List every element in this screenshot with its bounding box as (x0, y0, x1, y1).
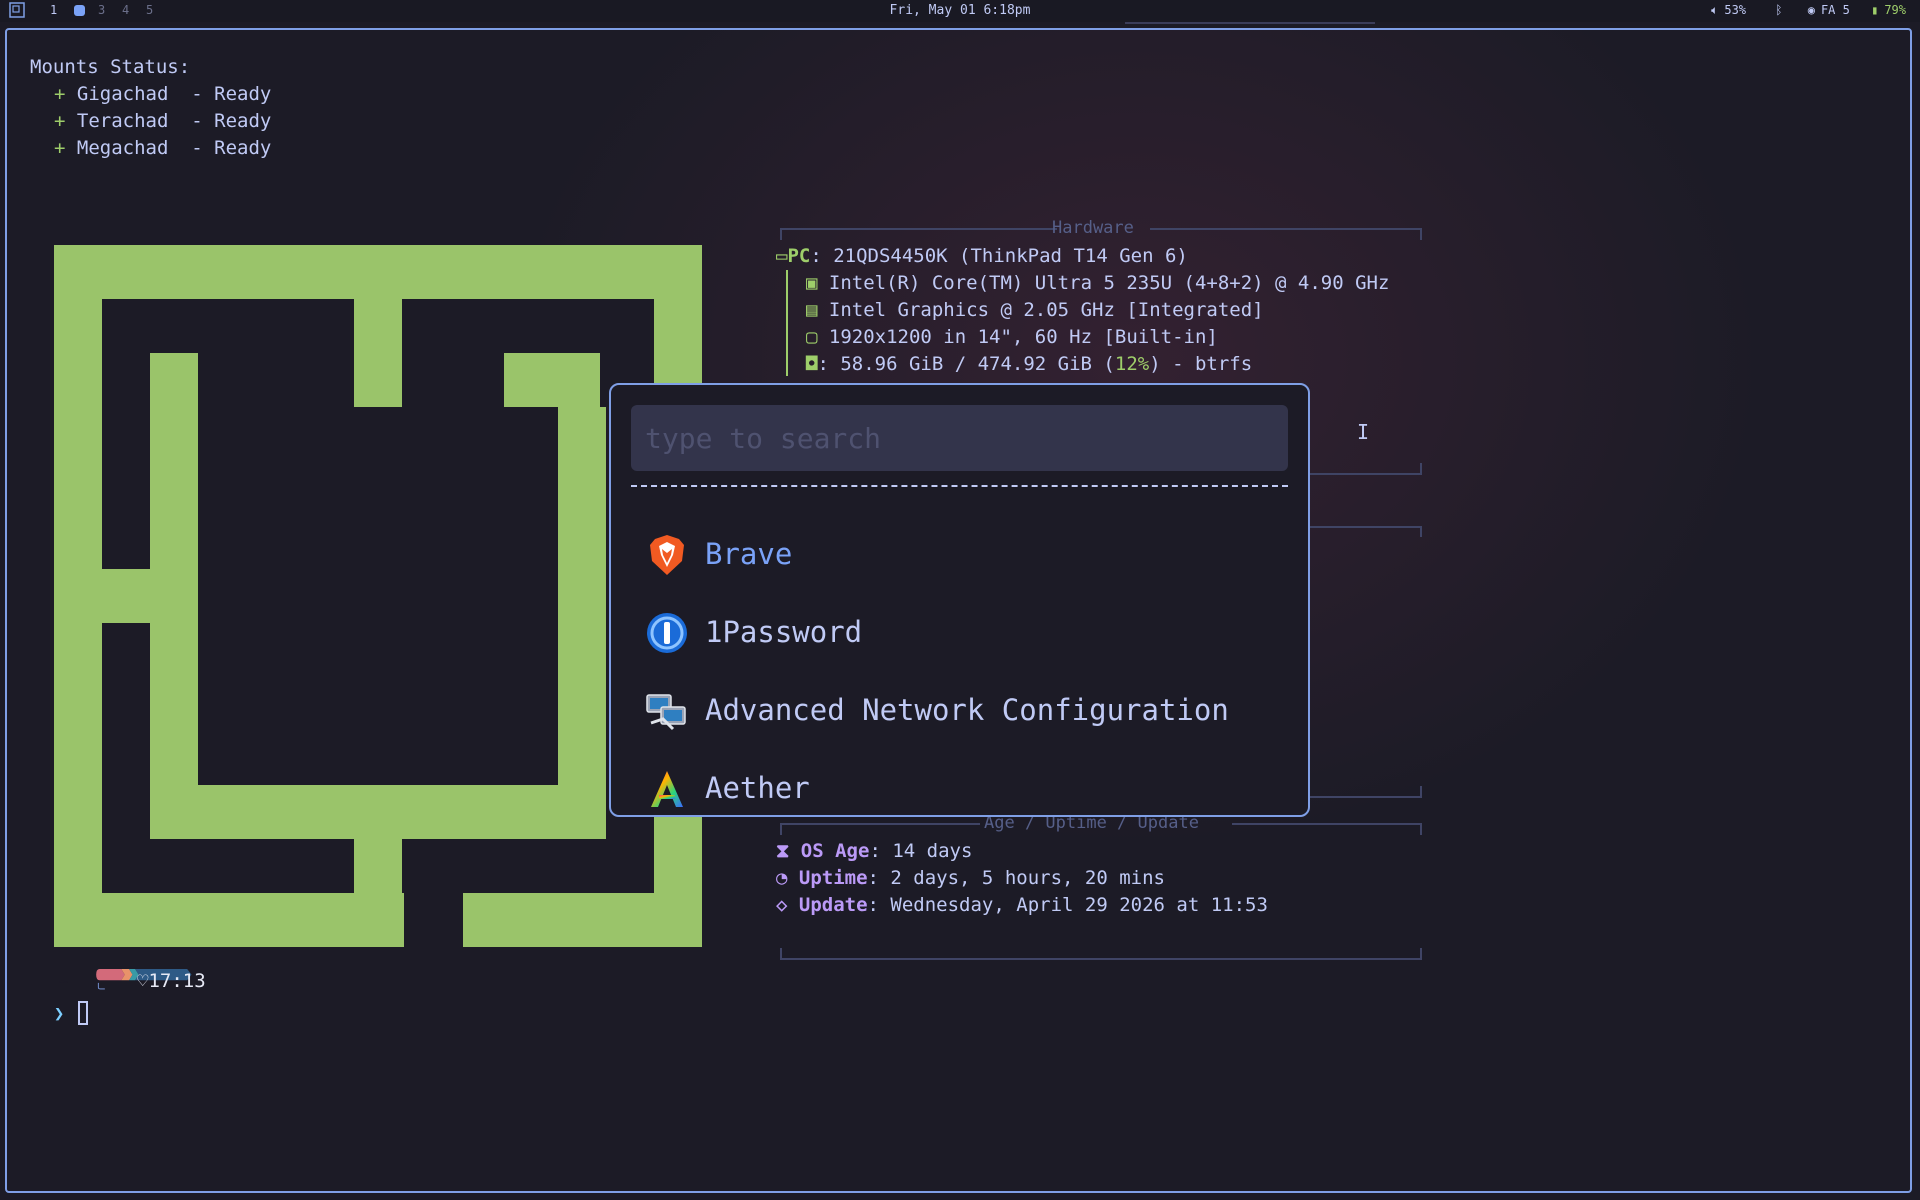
launcher-item-brave[interactable]: Brave (645, 525, 1275, 585)
active-workspace-indicator (1125, 22, 1375, 24)
os-age-row: ⧗ OS Age: 14 days (776, 840, 973, 862)
frame-tick (1420, 228, 1422, 240)
gpu-icon: ▤ (806, 299, 818, 321)
hardware-frame-bottom (1307, 473, 1422, 475)
tree-line (786, 270, 788, 376)
launcher-item-label: 1Password (705, 615, 863, 649)
battery-level: 79% (1884, 3, 1906, 17)
mount-item: + Megachad - Ready (54, 137, 272, 159)
frame-edge (1307, 526, 1422, 528)
disk-row: ◘: 58.96 GiB / 474.92 GiB (12%) - btrfs (806, 353, 1253, 375)
frame-edge (1307, 796, 1422, 798)
prompt-dir: ~ (59, 972, 69, 991)
prompt-symbol: ❯ (54, 1004, 65, 1024)
gpu-row: ▤ Intel Graphics @ 2.05 GHz [Integrated] (806, 299, 1264, 321)
frame-tick (1420, 786, 1422, 797)
bluetooth-icon[interactable]: ᛒ (1775, 3, 1782, 17)
frame-edge (1232, 823, 1422, 825)
network-name[interactable]: FA 5 (1821, 3, 1850, 17)
display-row: ▢ 1920x1200 in 14", 60 Hz [Built-in] (806, 326, 1218, 348)
launcher-item-network-config[interactable]: Advanced Network Configuration (645, 681, 1275, 741)
text-cursor[interactable] (78, 1001, 88, 1025)
launcher-item-label: Advanced Network Configuration (705, 693, 1229, 727)
package-icon: ◇ (776, 894, 788, 916)
battery-icon: ▮ (1871, 3, 1879, 17)
distro-logo (54, 245, 702, 947)
cpu-row: ▣ Intel(R) Core(TM) Ultra 5 235U (4+8+2)… (806, 272, 1390, 294)
hardware-frame-top-left (780, 228, 1057, 230)
laptop-icon: ▭ (776, 245, 788, 267)
disk-icon: ◘ (806, 353, 818, 375)
mount-item: + Gigachad - Ready (54, 83, 272, 105)
wifi-icon[interactable]: ◉ (1808, 3, 1815, 17)
timer-icon: ◔ (776, 867, 788, 889)
volume-level[interactable]: 53% (1724, 3, 1746, 17)
hardware-title: Hardware (1052, 218, 1134, 238)
search-input[interactable] (631, 405, 1288, 471)
frame-tick (780, 948, 782, 959)
top-bar: 1 3 4 5 Fri, May 01 6:18pm 🔈︎ 53% ᛒ ◉ FA 5… (0, 0, 1920, 24)
uptime-row: ◔ Uptime: 2 days, 5 hours, 20 mins (776, 867, 1165, 889)
mounts-title: Mounts Status: (30, 56, 191, 78)
network-config-icon (646, 694, 686, 731)
hardware-frame-top-right (1150, 228, 1422, 230)
heart-icon: ♡ (137, 970, 149, 992)
launcher-item-label: Aether (705, 771, 810, 805)
cpu-icon: ▣ (806, 272, 818, 294)
onepassword-icon (647, 613, 687, 653)
update-row: ◇ Update: Wednesday, April 29 2026 at 11… (776, 894, 1268, 916)
pc-row: ▭PC: 21QDS4450K (ThinkPad T14 Gen 6) (776, 245, 1188, 267)
launcher-item-1password[interactable]: 1Password (645, 603, 1275, 663)
frame-tick (1420, 823, 1422, 835)
launcher-item-aether[interactable]: Aether (645, 759, 1275, 819)
mount-item: + Terachad - Ready (54, 110, 272, 132)
volume-icon[interactable]: 🔈︎ (1711, 3, 1718, 17)
frame-tick (1420, 463, 1422, 474)
aether-icon (651, 771, 683, 807)
frame-tick (780, 228, 782, 240)
frame-tick (1420, 526, 1422, 537)
frame-edge (780, 823, 980, 825)
frame-tick (780, 823, 782, 835)
monitor-icon: ▢ (806, 326, 818, 348)
launcher-item-label: Brave (705, 537, 793, 571)
system-tray: 🔈︎ 53% ᛒ ◉ FA 5 ▮ 79% (1705, 3, 1906, 18)
app-launcher[interactable]: Brave 1Password Advanced Network Configu… (609, 383, 1310, 817)
clock[interactable]: Fri, May 01 6:18pm (0, 3, 1920, 18)
hourglass-icon: ⧗ (776, 840, 790, 862)
divider (631, 485, 1288, 487)
ibeam-cursor-icon: I (1357, 420, 1370, 444)
frame-edge (780, 958, 1422, 960)
prompt-time-row: ♡17:13 (137, 970, 206, 992)
brave-icon (650, 535, 684, 575)
frame-tick (1420, 948, 1422, 959)
